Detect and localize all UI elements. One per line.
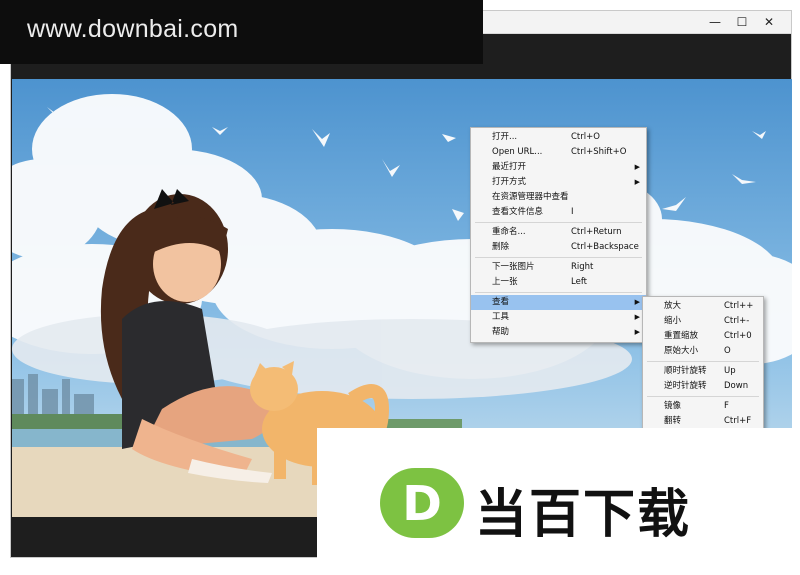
menu-item-label: 打开... [492,132,518,142]
submenu-item-reset-zoom[interactable]: 重置缩放 Ctrl+0 [643,329,763,344]
submenu-item-mirror[interactable]: 镜像 F [643,399,763,414]
menu-item-open[interactable]: 打开... Ctrl+O [471,130,646,145]
maximize-button[interactable]: ☐ [728,14,756,30]
menu-item-open-url[interactable]: Open URL... Ctrl+Shift+O [471,145,646,160]
submenu-item-rotate-cw[interactable]: 顺时针旋转 Up [643,364,763,379]
watermark-text: www.downbai.com [27,15,239,43]
submenu-arrow-icon: ▶ [634,328,640,336]
menu-item-view[interactable]: 查看 ▶ [471,295,646,310]
menu-item-shortcut: F [724,401,729,411]
submenu-arrow-icon: ▶ [634,298,640,306]
menu-item-next-image[interactable]: 下一张图片 Right [471,260,646,275]
submenu-item-original-size[interactable]: 原始大小 O [643,344,763,359]
context-menu: 打开... Ctrl+O Open URL... Ctrl+Shift+O 最近… [470,127,647,343]
menu-item-previous-image[interactable]: 上一张 Left [471,275,646,290]
menu-item-file-info[interactable]: 查看文件信息 I [471,205,646,220]
menu-item-shortcut: Ctrl+O [571,132,600,142]
watermark-banner: www.downbai.com [0,0,483,64]
menu-separator [475,257,642,258]
menu-item-label: Open URL... [492,147,543,157]
brand-logo-icon: D [380,468,464,538]
submenu-arrow-icon: ▶ [634,313,640,321]
menu-item-shortcut: Ctrl++ [724,301,754,311]
brand-banner: D 当百下载 [317,428,800,575]
menu-item-shortcut: Ctrl+Shift+O [571,147,627,157]
menu-item-open-with[interactable]: 打开方式 ▶ [471,175,646,190]
menu-item-label: 缩小 [664,316,682,326]
submenu-item-zoom-out[interactable]: 缩小 Ctrl+- [643,314,763,329]
menu-item-label: 重置缩放 [664,331,699,341]
brand-name: 当百下载 [475,485,692,545]
menu-item-label: 逆时针旋转 [664,381,707,391]
menu-item-shortcut: Left [571,277,587,287]
menu-item-recent[interactable]: 最近打开 ▶ [471,160,646,175]
menu-item-label: 查看文件信息 [492,207,544,217]
menu-item-shortcut: I [571,207,574,217]
menu-item-label: 在资源管理器中查看 [492,192,569,202]
menu-item-shortcut: Up [724,366,736,376]
minimize-button[interactable]: — [701,14,729,30]
menu-item-rename[interactable]: 重命名... Ctrl+Return [471,225,646,240]
menu-item-label: 删除 [492,242,510,252]
menu-item-delete[interactable]: 删除 Ctrl+Backspace [471,240,646,255]
menu-item-label: 翻转 [664,416,682,426]
menu-item-shortcut: O [724,346,731,356]
menu-item-shortcut: Ctrl+Backspace [571,242,639,252]
menu-separator [647,361,759,362]
menu-item-label: 上一张 [492,277,518,287]
submenu-item-zoom-in[interactable]: 放大 Ctrl++ [643,299,763,314]
menu-item-shortcut: Ctrl+Return [571,227,622,237]
menu-item-show-in-explorer[interactable]: 在资源管理器中查看 [471,190,646,205]
menu-separator [475,292,642,293]
menu-item-label: 重命名... [492,227,526,237]
submenu-arrow-icon: ▶ [634,178,640,186]
menu-item-label: 顺时针旋转 [664,366,707,376]
brand-logo-letter: D [402,476,442,532]
menu-item-label: 原始大小 [664,346,699,356]
submenu-item-rotate-ccw[interactable]: 逆时针旋转 Down [643,379,763,394]
submenu-item-flip[interactable]: 翻转 Ctrl+F [643,414,763,429]
menu-item-label: 镜像 [664,401,682,411]
menu-item-label: 工具 [492,312,510,322]
view-submenu: 放大 Ctrl++ 缩小 Ctrl+- 重置缩放 Ctrl+0 原始大小 O 顺… [642,296,764,432]
menu-item-tools[interactable]: 工具 ▶ [471,310,646,325]
menu-item-label: 查看 [492,297,510,307]
menu-item-label: 最近打开 [492,162,527,172]
menu-item-label: 下一张图片 [492,262,535,272]
menu-item-label: 打开方式 [492,177,527,187]
menu-separator [647,396,759,397]
menu-item-shortcut: Ctrl+F [724,416,752,426]
menu-item-shortcut: Ctrl+- [724,316,750,326]
menu-item-label: 放大 [664,301,682,311]
submenu-arrow-icon: ▶ [634,163,640,171]
menu-item-shortcut: Down [724,381,749,391]
menu-item-help[interactable]: 帮助 ▶ [471,325,646,340]
menu-separator [475,222,642,223]
menu-item-label: 帮助 [492,327,510,337]
close-button[interactable]: ✕ [755,14,783,30]
menu-item-shortcut: Right [571,262,594,272]
menu-item-shortcut: Ctrl+0 [724,331,752,341]
